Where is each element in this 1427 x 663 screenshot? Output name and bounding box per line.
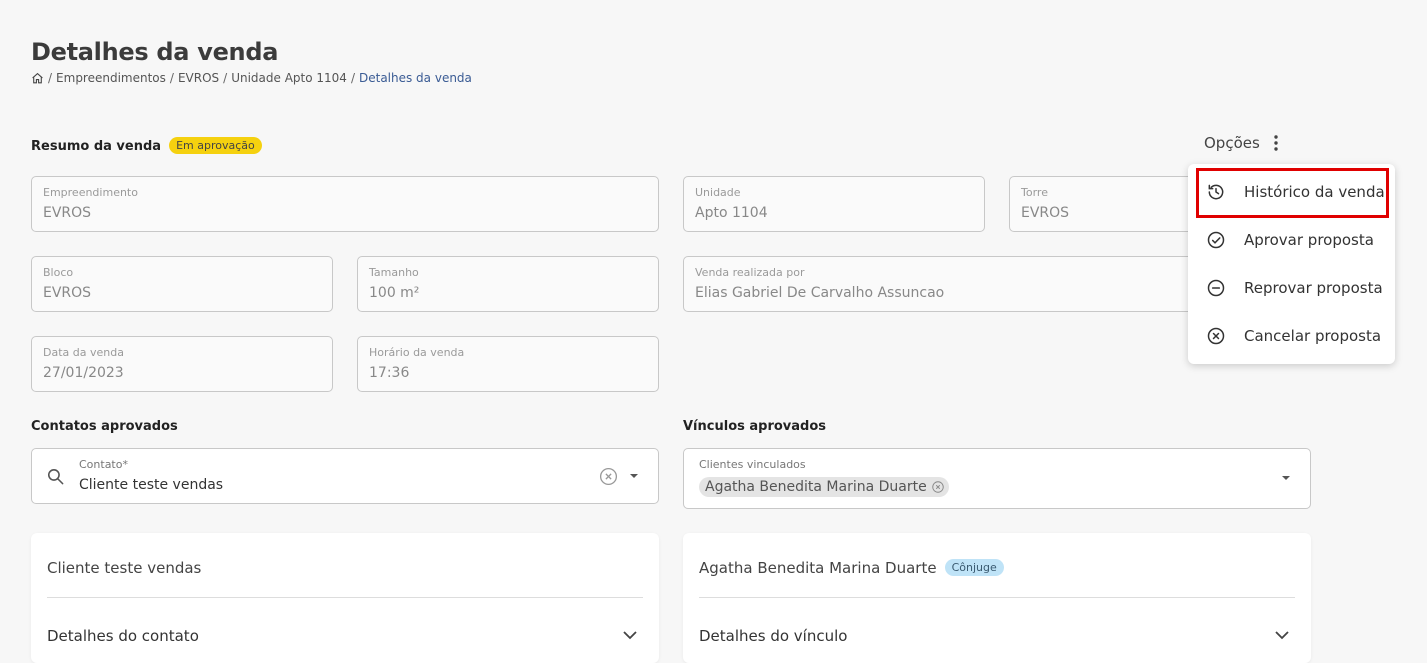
vinculo-details-toggle[interactable]: Detalhes do vínculo (699, 627, 847, 645)
contact-details-toggle[interactable]: Detalhes do contato (47, 627, 199, 645)
clientes-vinculados-select[interactable]: Clientes vinculados Agatha Benedita Mari… (683, 448, 1311, 509)
horario-venda-field: Horário da venda 17:36 (357, 336, 659, 392)
menu-item-cancelar[interactable]: Cancelar proposta (1188, 312, 1395, 360)
contatos-heading: Contatos aprovados (31, 419, 178, 434)
page-title: Detalhes da venda (31, 38, 279, 66)
minus-circle-icon (1206, 278, 1226, 298)
chevron-down-icon[interactable] (629, 473, 639, 479)
breadcrumb: / Empreendimentos / EVROS / Unidade Apto… (31, 71, 472, 85)
vinculo-card: Agatha Benedita Marina Duarte Cônjuge Det… (683, 533, 1311, 663)
menu-item-reprovar[interactable]: Reprovar proposta (1188, 264, 1395, 312)
divider (699, 597, 1295, 598)
breadcrumb-current: Detalhes da venda (358, 71, 472, 85)
contact-card: Cliente teste vendas Detalhes do contato (31, 533, 659, 663)
home-icon[interactable] (31, 72, 44, 85)
x-circle-icon (1206, 326, 1226, 346)
more-vertical-icon (1274, 135, 1278, 151)
client-chip: Agatha Benedita Marina Duarte (699, 477, 949, 497)
data-venda-field: Data da venda 27/01/2023 (31, 336, 333, 392)
chevron-down-icon[interactable] (1281, 475, 1291, 481)
options-button[interactable]: Opções (1204, 134, 1278, 152)
tamanho-field: Tamanho 100 m² (357, 256, 659, 312)
contact-name: Cliente teste vendas (47, 559, 202, 577)
breadcrumb-item[interactable]: Unidade Apto 1104 (231, 71, 347, 85)
relationship-badge: Cônjuge (944, 559, 1004, 576)
empreendimento-field: Empreendimento EVROS (31, 176, 659, 232)
vinculos-heading: Vínculos aprovados (683, 419, 827, 434)
search-icon (46, 467, 65, 486)
chip-remove-icon[interactable] (931, 480, 945, 494)
divider (47, 597, 643, 598)
clear-icon[interactable] (598, 466, 619, 487)
chevron-down-icon[interactable] (623, 631, 637, 640)
check-circle-icon (1206, 230, 1226, 250)
menu-item-aprovar[interactable]: Aprovar proposta (1188, 216, 1395, 264)
vinculo-name-row: Agatha Benedita Marina Duarte Cônjuge (699, 559, 1004, 577)
resumo-heading: Resumo da venda Em aprovação (31, 137, 262, 154)
breadcrumb-item[interactable]: EVROS (178, 71, 219, 85)
chevron-down-icon[interactable] (1275, 631, 1289, 640)
breadcrumb-item[interactable]: Empreendimentos (56, 71, 166, 85)
bloco-field: Bloco EVROS (31, 256, 333, 312)
unidade-field: Unidade Apto 1104 (683, 176, 985, 232)
status-badge: Em aprovação (169, 137, 262, 154)
highlight-box (1196, 168, 1389, 218)
contato-select[interactable]: Contato* Cliente teste vendas (31, 448, 659, 504)
